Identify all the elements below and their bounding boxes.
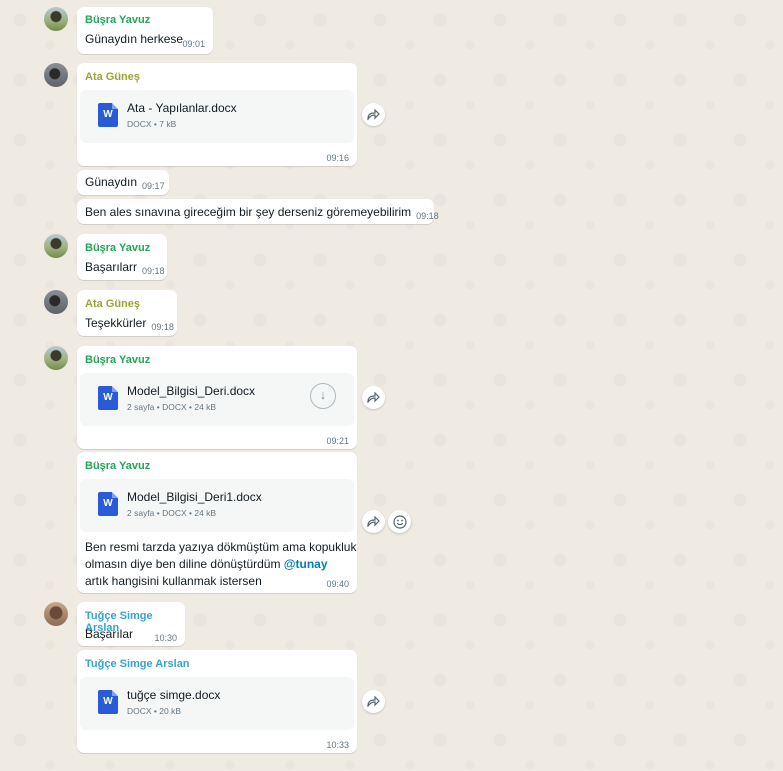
document-attachment[interactable]: W Ata - Yapılanlar.docx DOCX • 7 kB: [80, 90, 354, 143]
message-text: Başarılarr 09:18: [85, 260, 165, 276]
avatar-ata[interactable]: [44, 290, 68, 314]
message-time: 09:40: [326, 579, 349, 589]
forward-icon: [367, 696, 380, 707]
sender-name[interactable]: Büşra Yavuz: [85, 242, 150, 254]
message-time: 10:33: [326, 740, 349, 750]
document-attachment[interactable]: W Model_Bilgisi_Deri1.docx 2 sayfa • DOC…: [80, 479, 354, 532]
mention-link[interactable]: @tunay: [284, 557, 328, 571]
message-bubble[interactable]: Ata Güneş Teşekkürler 09:18: [77, 290, 177, 336]
word-doc-icon: W: [98, 690, 118, 714]
message-bubble[interactable]: Tuğçe Simge Arslan Başarılar 10:30: [77, 602, 185, 646]
message-text: Başarılar: [85, 627, 134, 641]
document-name: Model_Bilgisi_Deri.docx: [127, 384, 256, 398]
avatar-busra[interactable]: [44, 346, 68, 370]
message-time: 09:17: [142, 181, 165, 191]
download-icon: ↓: [319, 387, 327, 402]
word-doc-icon: W: [98, 103, 118, 127]
forward-button[interactable]: [362, 690, 385, 713]
avatar-busra[interactable]: [44, 234, 68, 258]
forward-button[interactable]: [362, 510, 385, 533]
document-meta: DOCX • 20 kB: [127, 706, 181, 716]
message-text: Ben ales sınavına gireceğim bir şey ders…: [85, 205, 439, 221]
avatar-busra[interactable]: [44, 7, 68, 31]
document-meta: 2 sayfa • DOCX • 24 kB: [127, 508, 217, 518]
message-bubble[interactable]: Büşra Yavuz Başarılarr 09:18: [77, 234, 167, 280]
message-time: 09:21: [326, 436, 349, 446]
message-bubble[interactable]: Ben ales sınavına gireceğim bir şey ders…: [77, 199, 439, 224]
sender-name[interactable]: Ata Güneş: [85, 298, 140, 310]
forward-button[interactable]: [362, 386, 385, 409]
word-doc-icon: W: [98, 492, 118, 516]
forward-icon: [367, 516, 380, 527]
avatar-tugce[interactable]: [44, 602, 68, 626]
document-name: tuğçe simge.docx: [127, 688, 221, 702]
word-doc-icon: W: [98, 386, 118, 410]
reaction-button[interactable]: [388, 510, 411, 533]
sender-name[interactable]: Tuğçe Simge Arslan: [85, 658, 190, 670]
message-bubble[interactable]: Büşra Yavuz W Model_Bilgisi_Deri.docx 2 …: [77, 346, 357, 449]
message-time: 09:18: [151, 322, 174, 332]
forward-icon: [367, 109, 380, 120]
avatar-ata[interactable]: [44, 63, 68, 87]
message-bubble[interactable]: Ata Güneş W Ata - Yapılanlar.docx DOCX •…: [77, 63, 357, 166]
message-time: 09:18: [142, 266, 165, 276]
forward-button[interactable]: [362, 103, 385, 126]
message-time: 09:18: [416, 211, 439, 221]
message-time: 10:30: [154, 633, 177, 643]
message-text: Günaydın herkese: [85, 32, 184, 46]
document-attachment[interactable]: W tuğçe simge.docx DOCX • 20 kB: [80, 677, 354, 730]
document-name: Model_Bilgisi_Deri1.docx: [127, 490, 262, 504]
download-button[interactable]: ↓: [310, 383, 336, 409]
message-time: 09:16: [326, 153, 349, 163]
message-bubble[interactable]: Günaydın 09:17: [77, 170, 169, 195]
message-bubble[interactable]: Büşra Yavuz Günaydın herkese 09:01: [77, 7, 213, 54]
document-name: Ata - Yapılanlar.docx: [127, 101, 237, 115]
document-meta: 2 sayfa • DOCX • 24 kB: [127, 402, 217, 412]
message-text: Ben resmi tarzda yazıya dökmüştüm ama ko…: [85, 540, 357, 588]
message-text: Günaydın 09:17: [85, 175, 165, 191]
document-attachment[interactable]: W Model_Bilgisi_Deri.docx 2 sayfa • DOCX…: [80, 373, 354, 426]
forward-icon: [367, 392, 380, 403]
sender-name[interactable]: Ata Güneş: [85, 71, 140, 83]
message-bubble[interactable]: Büşra Yavuz W Model_Bilgisi_Deri1.docx 2…: [77, 452, 357, 593]
document-meta: DOCX • 7 kB: [127, 119, 177, 129]
emoji-icon: [392, 514, 407, 529]
sender-name[interactable]: Büşra Yavuz: [85, 460, 150, 472]
sender-name[interactable]: Büşra Yavuz: [85, 354, 150, 366]
message-text: Teşekkürler 09:18: [85, 316, 174, 332]
message-bubble[interactable]: Tuğçe Simge Arslan W tuğçe simge.docx DO…: [77, 650, 357, 753]
message-time: 09:01: [182, 39, 205, 49]
sender-name[interactable]: Büşra Yavuz: [85, 14, 150, 26]
